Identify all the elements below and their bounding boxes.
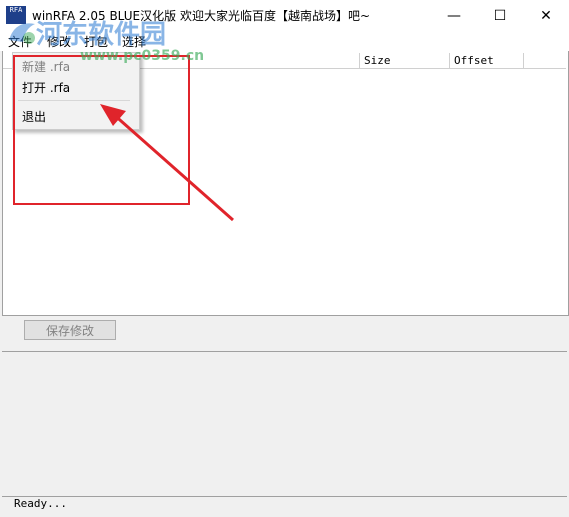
- watermark-url: www.pc0359.cn: [80, 48, 205, 64]
- annotation-arrow-icon: [100, 104, 234, 222]
- watermark-text: 河东软件园: [36, 20, 167, 50]
